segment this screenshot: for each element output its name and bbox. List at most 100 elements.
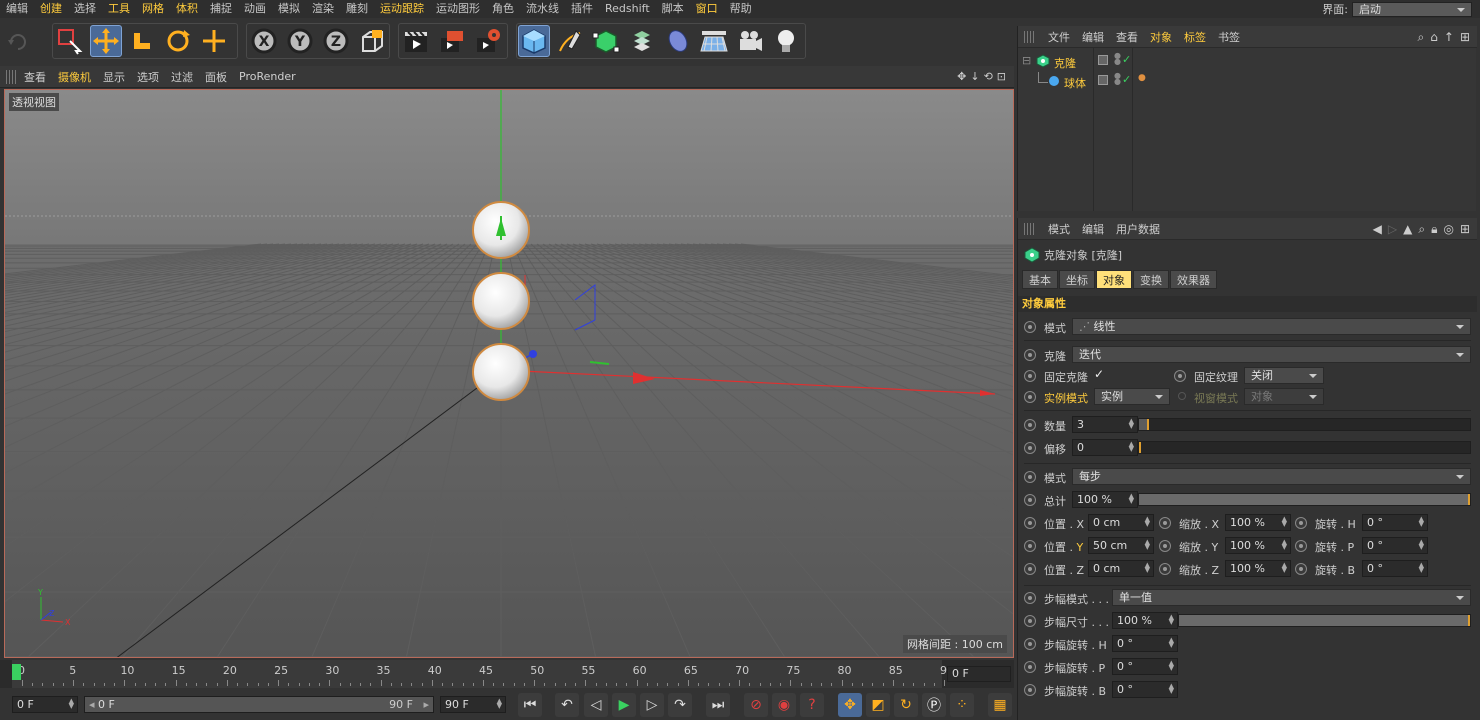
attribute-tab[interactable]: 效果器 — [1170, 270, 1217, 289]
object-manager-menu-item[interactable]: 标签 — [1178, 29, 1212, 45]
total-field[interactable]: 100 % ▲ ▼ — [1072, 491, 1138, 508]
playhead[interactable] — [12, 664, 21, 680]
viewport-menu-item[interactable]: 过滤 — [165, 69, 199, 85]
scale-y-field[interactable]: 100 % ▲ ▼ — [1225, 537, 1291, 554]
anim-radio[interactable] — [1024, 494, 1036, 506]
visibility-dots-icon[interactable]: ● ● — [1114, 52, 1121, 66]
undo-icon[interactable] — [2, 25, 34, 57]
search-icon[interactable]: ⌕ — [1418, 30, 1425, 45]
menu-item[interactable]: 角色 — [486, 0, 520, 18]
anim-radio[interactable] — [1024, 638, 1036, 650]
prev-frame-icon[interactable]: ◁ — [584, 693, 608, 717]
viewport-menu-item[interactable]: 面板 — [199, 69, 233, 85]
attribute-menu-item[interactable]: 编辑 — [1076, 221, 1110, 237]
deformer-icon[interactable] — [662, 25, 694, 57]
anim-radio[interactable] — [1159, 563, 1171, 575]
range-right-arrow-icon[interactable]: ▸ — [423, 697, 429, 712]
coordinate-system-icon[interactable] — [356, 25, 388, 57]
pos-z-field[interactable]: 0 cm ▲ ▼ — [1088, 560, 1154, 577]
pan-icon[interactable]: ✥ — [957, 70, 966, 83]
menu-item[interactable]: 插件 — [565, 0, 599, 18]
clone-sphere-2[interactable] — [472, 272, 530, 330]
home-icon[interactable]: ⌂ — [1430, 30, 1438, 45]
step-rot-p-field[interactable]: 0 ° ▲ ▼ — [1112, 658, 1178, 675]
menu-item[interactable]: 模拟 — [272, 0, 306, 18]
menu-item[interactable]: 工具 — [102, 0, 136, 18]
scale-tool-icon[interactable] — [126, 25, 158, 57]
pos-x-field[interactable]: 0 cm ▲ ▼ — [1088, 514, 1154, 531]
attribute-tab[interactable]: 基本 — [1022, 270, 1058, 289]
viewport-menu-item[interactable]: 查看 — [18, 69, 52, 85]
recent-tool-icon[interactable] — [198, 25, 230, 57]
attribute-menu-item[interactable]: 用户数据 — [1110, 221, 1166, 237]
anim-radio[interactable] — [1024, 471, 1036, 483]
orbit-icon[interactable]: ⟲ — [984, 70, 993, 83]
timeline-window-icon[interactable]: ▦ — [988, 693, 1012, 717]
scale-x-field[interactable]: 100 % ▲ ▼ — [1225, 514, 1291, 531]
anim-radio[interactable] — [1174, 370, 1186, 382]
menu-item[interactable]: Redshift — [599, 0, 656, 18]
enabled-check-icon[interactable]: ✓ — [1122, 53, 1131, 66]
scale-z-field[interactable]: 100 % ▲ ▼ — [1225, 560, 1291, 577]
pen-spline-icon[interactable] — [554, 25, 586, 57]
start-frame-field[interactable]: 0 F ▲ ▼ — [12, 696, 78, 713]
step-rot-h-field[interactable]: 0 ° ▲ ▼ — [1112, 635, 1178, 652]
clone-dropdown[interactable]: 迭代 — [1072, 346, 1471, 363]
mode-dropdown[interactable]: ⋰ 线性 — [1072, 318, 1471, 335]
up-arrow-icon[interactable]: ▲ — [1403, 222, 1412, 237]
subdivision-icon[interactable] — [590, 25, 622, 57]
menu-item[interactable]: 窗口 — [690, 0, 724, 18]
anim-radio[interactable] — [1159, 540, 1171, 552]
object-row-sphere[interactable]: 球体 ● ● ✓ ● — [1018, 72, 1477, 92]
next-frame-icon[interactable]: ▷ — [640, 693, 664, 717]
panel-grip[interactable] — [6, 69, 18, 84]
fix-texture-dropdown[interactable]: 关闭 — [1244, 367, 1324, 384]
rot-h-field[interactable]: 0 ° ▲ ▼ — [1362, 514, 1428, 531]
layer-tag-icon[interactable] — [1098, 55, 1108, 65]
menu-item[interactable]: 动画 — [238, 0, 272, 18]
panel-grip[interactable] — [1024, 30, 1036, 43]
menu-item[interactable]: 编辑 — [0, 0, 34, 18]
up-arrow-icon[interactable]: ↑ — [1444, 30, 1454, 45]
layer-tag-icon[interactable] — [1098, 75, 1108, 85]
camera-icon[interactable] — [734, 25, 766, 57]
end-frame-field[interactable]: 90 F ▲ ▼ — [440, 696, 506, 713]
key-scale-icon[interactable]: ◩ — [866, 693, 890, 717]
object-name[interactable]: 克隆 — [1054, 55, 1076, 71]
offset-field[interactable]: 0 ▲ ▼ — [1072, 439, 1138, 456]
floor-icon[interactable] — [698, 25, 730, 57]
attribute-tab[interactable]: 对象 — [1096, 270, 1132, 289]
viewport-menu-item[interactable]: 显示 — [97, 69, 131, 85]
anim-radio[interactable] — [1295, 540, 1307, 552]
goto-start-icon[interactable]: ⏮ — [518, 693, 542, 717]
step-rot-b-field[interactable]: 0 ° ▲ ▼ — [1112, 681, 1178, 698]
anim-radio[interactable] — [1024, 592, 1036, 604]
menu-item[interactable]: 运动图形 — [430, 0, 486, 18]
render-picture-viewer-icon[interactable] — [436, 25, 468, 57]
object-manager-menu-item[interactable]: 文件 — [1042, 29, 1076, 45]
viewport-menu-item[interactable]: 摄像机 — [52, 69, 97, 85]
menu-item[interactable]: 选择 — [68, 0, 102, 18]
rot-p-field[interactable]: 0 ° ▲ ▼ — [1362, 537, 1428, 554]
current-frame-field[interactable]: 0 F — [947, 666, 1011, 682]
render-settings-icon[interactable] — [472, 25, 504, 57]
anim-radio[interactable] — [1024, 349, 1036, 361]
anim-radio[interactable] — [1024, 684, 1036, 696]
rot-b-field[interactable]: 0 ° ▲ ▼ — [1362, 560, 1428, 577]
key-parameter-icon[interactable]: Ⓟ — [922, 693, 946, 717]
maximize-icon[interactable]: ⊡ — [997, 70, 1006, 83]
material-tag-icon[interactable]: ● — [1138, 73, 1146, 83]
rotate-tool-icon[interactable] — [162, 25, 194, 57]
dock-icon[interactable]: ⊞ — [1460, 30, 1470, 45]
lock-icon[interactable]: 🔒︎ — [1431, 222, 1437, 237]
clone-sphere-3[interactable] — [472, 343, 530, 401]
menu-item[interactable]: 网格 — [136, 0, 170, 18]
play-icon[interactable]: ▶ — [612, 693, 636, 717]
fix-clone-checkbox[interactable]: ✓ — [1094, 367, 1104, 381]
count-field[interactable]: 3 ▲ ▼ — [1072, 416, 1138, 433]
menu-item[interactable]: 帮助 — [724, 0, 758, 18]
anim-radio[interactable] — [1024, 370, 1036, 382]
anim-radio[interactable] — [1024, 563, 1036, 575]
menu-item[interactable]: 流水线 — [520, 0, 565, 18]
anim-radio[interactable] — [1024, 321, 1036, 333]
